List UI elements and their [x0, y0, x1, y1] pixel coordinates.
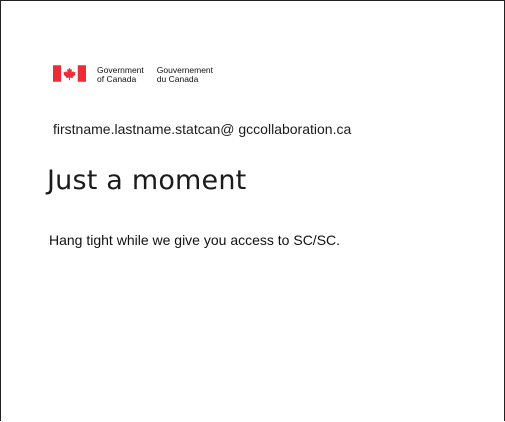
- government-wordmark: Government of Canada Gouvernement du Can…: [97, 66, 213, 84]
- account-email: firstname.lastname.statcan@ gccollaborat…: [53, 121, 352, 137]
- wordmark-english: Government of Canada: [97, 66, 144, 84]
- government-of-canada-logo: Government of Canada Gouvernement du Can…: [53, 65, 213, 87]
- wordmark-en-line2: of Canada: [97, 74, 137, 84]
- wordmark-french: Gouvernement du Canada: [157, 66, 213, 84]
- page-title: Just a moment: [47, 165, 247, 196]
- sign-in-window: Government of Canada Gouvernement du Can…: [0, 0, 505, 421]
- status-message: Hang tight while we give you access to S…: [49, 232, 341, 248]
- canada-flag-icon: [53, 65, 86, 82]
- wordmark-fr-line2: du Canada: [156, 74, 199, 84]
